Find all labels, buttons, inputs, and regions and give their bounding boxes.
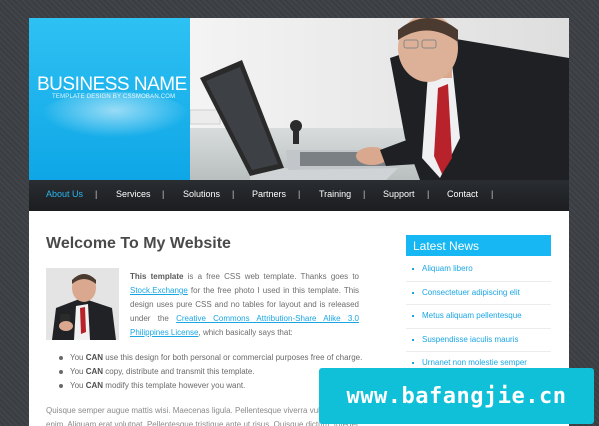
bullet-pre: You — [70, 367, 86, 376]
main-nav: About Us | Services | Solutions | Partne… — [29, 180, 569, 211]
intro-text-3: , which basically says that: — [198, 328, 293, 337]
latest-news-heading: Latest News — [406, 235, 551, 256]
brand-tagline: TEMPLATE DESIGN BY CSSMOBAN.COM — [52, 94, 176, 100]
header: BUSINESS NAME TEMPLATE DESIGN BY CSSMOBA… — [29, 18, 569, 180]
list-item: You CAN copy, distribute and transmit th… — [57, 365, 362, 379]
nav-separator: | — [162, 189, 165, 199]
permissions-list: You CAN use this design for both persona… — [57, 351, 362, 393]
bullet-post: copy, distribute and transmit this templ… — [103, 367, 255, 376]
header-photo — [190, 18, 569, 180]
bullet-bold: CAN — [85, 381, 104, 390]
nav-partners[interactable]: Partners — [252, 189, 286, 199]
bullet-bold: CAN — [85, 353, 104, 362]
latest-news-list: Aliquam libero Consectetuer adipiscing e… — [406, 258, 551, 376]
news-item[interactable]: Consectetuer adipiscing elit — [406, 282, 551, 305]
list-item: You CAN modify this template however you… — [57, 379, 362, 393]
nav-about-us[interactable]: About Us — [46, 189, 83, 199]
bullet-bold: CAN — [85, 367, 104, 376]
nav-contact[interactable]: Contact — [447, 189, 478, 199]
intro-thumbnail — [46, 268, 119, 340]
news-item[interactable]: Metus aliquam pellentesque — [406, 305, 551, 329]
nav-support[interactable]: Support — [383, 189, 415, 199]
page: BUSINESS NAME TEMPLATE DESIGN BY CSSMOBA… — [29, 18, 569, 426]
nav-solutions[interactable]: Solutions — [183, 189, 220, 199]
page-title: Welcome To My Website — [46, 235, 231, 252]
lorem-paragraph: Quisque semper augue mattis wisi. Maecen… — [46, 406, 359, 426]
bullet-post: use this design for both personal or com… — [103, 353, 363, 362]
watermark-banner: www.bafangjie.cn — [319, 368, 594, 424]
stock-exchange-link[interactable]: Stock.Exchange — [130, 286, 188, 295]
nav-services[interactable]: Services — [116, 189, 151, 199]
nav-separator: | — [95, 189, 98, 199]
nav-training[interactable]: Training — [319, 189, 351, 199]
intro-text-1: is a free CSS web template. Thanks goes … — [183, 272, 359, 281]
brand-name[interactable]: BUSINESS NAME — [37, 74, 187, 96]
news-item[interactable]: Aliquam libero — [406, 258, 551, 282]
bullet-pre: You — [70, 353, 86, 362]
watermark-text: www.bafangjie.cn — [346, 383, 567, 409]
bullet-post: modify this template however you want. — [103, 381, 246, 390]
news-item[interactable]: Suspendisse iaculis mauris — [406, 329, 551, 352]
bullet-pre: You — [70, 381, 86, 390]
list-item: You CAN use this design for both persona… — [57, 351, 362, 365]
businessman-laptop-photo — [190, 18, 569, 180]
nav-separator: | — [491, 189, 494, 199]
intro-lead: This template — [130, 272, 184, 281]
nav-separator: | — [427, 189, 430, 199]
businessman-phone-photo — [46, 268, 119, 340]
brand-panel: BUSINESS NAME TEMPLATE DESIGN BY CSSMOBA… — [29, 18, 190, 180]
nav-separator: | — [298, 189, 301, 199]
nav-separator: | — [232, 189, 235, 199]
nav-separator: | — [363, 189, 366, 199]
intro-paragraph: This template is a free CSS web template… — [130, 270, 359, 340]
